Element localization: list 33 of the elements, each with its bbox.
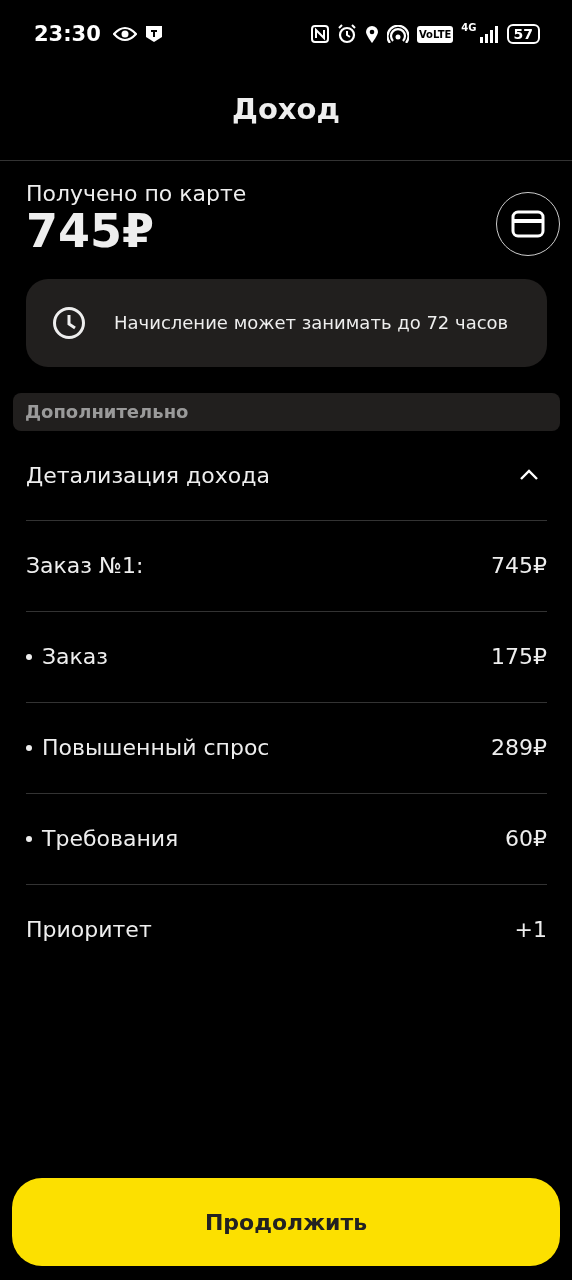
row-label: Приоритет: [26, 917, 152, 943]
row-value: 745₽: [491, 553, 547, 579]
bullet-icon: [26, 835, 32, 842]
hotspot-icon: [386, 25, 409, 43]
row-label: Повышенный спрос: [42, 735, 270, 761]
income-amount: 745₽: [26, 206, 156, 257]
notice-text: Начисление может занимать до 72 часов: [114, 312, 509, 334]
clock-icon: [52, 305, 86, 340]
row-label: Требования: [42, 826, 179, 852]
row-label: Заказ: [42, 644, 109, 670]
continue-button[interactable]: Продолжить: [12, 1178, 560, 1266]
credit-card-icon: [511, 209, 545, 238]
volte-badge: VoLTE: [416, 25, 454, 43]
details-toggle[interactable]: Детализация дохода: [26, 430, 547, 521]
row-value: 175₽: [491, 644, 547, 670]
row-value: +1: [514, 917, 547, 943]
nfc-icon: [310, 25, 329, 43]
row-label: Заказ №1:: [26, 553, 144, 579]
income-label: Получено по карте: [26, 181, 247, 206]
row-value: 289₽: [491, 735, 547, 761]
bullet-icon: [26, 653, 32, 660]
bullet-icon: [26, 744, 32, 751]
signal-icon: [478, 25, 499, 43]
alarm-icon: [336, 24, 357, 44]
page-title: Доход: [232, 92, 340, 126]
row-value: 60₽: [505, 826, 547, 852]
section-title: Дополнительно: [25, 401, 189, 423]
location-pin-icon: [364, 25, 379, 43]
network-type: 4G: [461, 22, 477, 33]
eye-icon: [112, 26, 137, 42]
battery-level: 57: [506, 24, 540, 44]
status-time: 23:30: [34, 22, 101, 46]
shield-icon: [144, 25, 163, 43]
